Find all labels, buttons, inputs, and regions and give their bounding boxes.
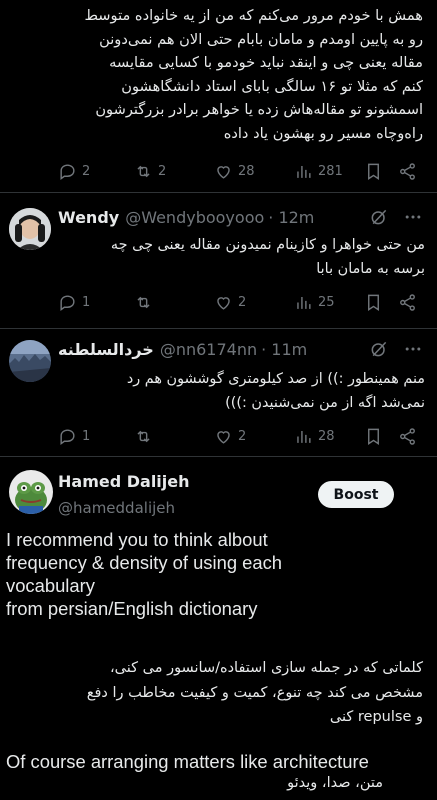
timestamp[interactable]: · 11m [261, 340, 307, 359]
reply-icon [60, 163, 75, 180]
display-name[interactable]: Wendy [58, 208, 119, 227]
views-button[interactable]: 281 [294, 162, 343, 181]
repost-icon [137, 296, 150, 308]
like-button[interactable]: 2 [214, 293, 246, 312]
bookmark-button[interactable] [364, 162, 383, 181]
post-line: vocabulary [6, 575, 95, 596]
repost-button[interactable] [134, 293, 153, 312]
tweet-1-line: کنم که مثلا تو ۱۶ سالگی بابای استاد دانش… [121, 77, 423, 95]
heart-icon [217, 430, 230, 444]
bookmark-button[interactable] [364, 427, 383, 446]
tweet-3-header: خردالسلطنه @nn6174nn · 11m [58, 337, 425, 361]
tweet-3-actions: 1 2 28 [58, 423, 425, 449]
reply-button[interactable]: 1 [58, 293, 90, 312]
more-icon[interactable] [403, 339, 423, 359]
avatar[interactable] [9, 470, 53, 514]
views-icon [297, 430, 311, 443]
reply-button[interactable]: 1 [58, 427, 90, 446]
like-button[interactable]: 28 [214, 162, 255, 181]
views-icon [297, 165, 311, 178]
tweet-3-text: منم همینطور :)) از صد کیلومتری گوششون هم… [58, 367, 425, 415]
share-icon [400, 162, 415, 180]
tweet-2-actions: 1 2 25 [58, 289, 425, 315]
timestamp[interactable]: · 12m [268, 208, 314, 227]
tweet-2-line: من حتی خواهرا و کازینام نمیدونن مقاله یع… [110, 237, 425, 253]
tweet-3-line: نمی‌شد اگه از من نمی‌شنیدن :))) [225, 395, 425, 411]
avatar-image [9, 208, 51, 250]
avatar-image [9, 340, 51, 382]
share-button[interactable] [398, 427, 417, 446]
heart-icon [217, 165, 230, 179]
post-line: و repulse کنی [329, 709, 423, 725]
avatar[interactable] [9, 208, 51, 250]
views-icon [297, 296, 311, 309]
reply-button[interactable]: 2 [58, 162, 90, 181]
tweet-1-actions: 2 2 28 281 [58, 158, 425, 184]
tweet-2-header: Wendy @Wendybooyooo · 12m [58, 205, 425, 229]
bookmark-icon [368, 294, 379, 311]
tweet-3-line: منم همینطور :)) از صد کیلومتری گوششون هم… [126, 371, 425, 387]
tweet-1-line: رو به پایین اومدم و مامان بابام حتی الان… [99, 30, 423, 48]
more-icon[interactable] [403, 207, 423, 227]
reply-icon [60, 294, 75, 311]
username[interactable]: @nn6174nn [160, 340, 257, 359]
grok-icon[interactable] [369, 339, 389, 359]
post-line: frequency & density of using each [6, 552, 283, 573]
post-text-english: I recommend you to think albout frequenc… [6, 528, 431, 620]
post-line: کلماتی که در جمله سازی استفاده/سانسور می… [109, 660, 423, 676]
repost-button[interactable] [134, 427, 153, 446]
tweet-3[interactable]: خردالسلطنه @nn6174nn · 11m منم همینطور :… [0, 329, 437, 455]
post-text-persian: کلماتی که در جمله سازی استفاده/سانسور می… [6, 656, 423, 730]
heart-icon [217, 296, 230, 310]
display-name[interactable]: Hamed Dalijeh [58, 472, 190, 491]
repost-button[interactable]: 2 [134, 162, 166, 181]
tweet-2-text: من حتی خواهرا و کازینام نمیدونن مقاله یع… [58, 233, 425, 281]
share-button[interactable] [398, 293, 417, 312]
username[interactable]: @hameddalijeh [58, 499, 175, 517]
reply-icon [60, 428, 75, 445]
like-button[interactable]: 2 [214, 427, 246, 446]
tweet-2-line: برسه به مامان بابا [316, 261, 425, 277]
tweet-1-text: همش با خودم مرور می‌کنم که من از یه خانو… [14, 4, 423, 146]
tweet-1-line: مقاله یعنی چی و اینقد نباید خودمو با کسا… [109, 54, 423, 72]
post-text-persian-2: متن، صدا، ویدئو [287, 775, 383, 791]
bookmark-icon [368, 428, 379, 445]
tweet-1-line: همش با خودم مرور می‌کنم که من از یه خانو… [84, 7, 423, 24]
repost-icon [137, 165, 150, 177]
display-name[interactable]: خردالسلطنه [58, 340, 154, 359]
divider [0, 456, 437, 457]
grok-icon[interactable] [369, 207, 389, 227]
bookmark-button[interactable] [364, 293, 383, 312]
views-button[interactable]: 28 [294, 427, 335, 446]
tweet-2[interactable]: Wendy @Wendybooyooo · 12m من حتی خواهرا … [0, 193, 437, 327]
share-icon [400, 427, 415, 445]
post-line: I recommend you to think albout [6, 529, 268, 550]
post-line: from persian/English dictionary [6, 598, 258, 619]
post-text-english-2: Of course arranging matters like archite… [6, 751, 369, 772]
tweet-1-line: اسمشونو تو مقاله‌هاش زده یا خواهر برادر … [95, 101, 423, 119]
share-button[interactable] [398, 162, 417, 181]
views-button[interactable]: 25 [294, 293, 335, 312]
post-line: مشخص می کند چه تنوع، کمیت و کیفیت مخاطب … [86, 684, 423, 701]
username[interactable]: @Wendybooyooo [125, 208, 264, 227]
boost-button[interactable]: Boost [318, 481, 394, 508]
share-icon [400, 293, 415, 311]
tweet-1-line: راه‌وچاه مسیر رو بهشون یاد داده [223, 124, 423, 142]
bookmark-icon [368, 163, 379, 180]
repost-icon [137, 430, 150, 442]
tweet-1[interactable]: همش با خودم مرور می‌کنم که من از یه خانو… [0, 0, 437, 188]
avatar-image [9, 470, 53, 514]
avatar[interactable] [9, 340, 51, 382]
